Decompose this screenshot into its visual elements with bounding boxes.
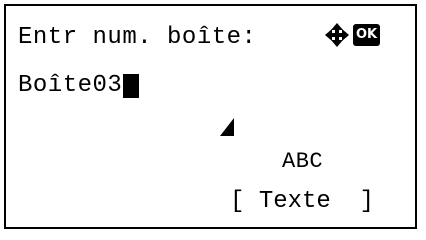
softkey-label: Texte: [258, 188, 331, 215]
softkey-text-button[interactable]: [ Texte ]: [230, 188, 374, 216]
four-way-arrow-icon: [325, 23, 349, 47]
softkey-bracket-left: [: [230, 188, 245, 215]
ok-key-icon: OK: [353, 24, 381, 46]
screen-title: Entr num. boîte:: [18, 24, 257, 51]
box-number-input[interactable]: Boîte03: [18, 72, 140, 100]
input-mode-label: ABC: [282, 149, 324, 174]
softkey-bracket-right: ]: [359, 188, 375, 215]
input-text: Boîte03: [18, 72, 123, 99]
input-mode-marker-icon: [220, 118, 234, 136]
lcd-panel: Entr num. boîte: OK Boîte03 ABC [ Texte …: [4, 4, 417, 229]
navigation-hint: OK: [324, 22, 381, 48]
text-cursor: [123, 74, 140, 98]
